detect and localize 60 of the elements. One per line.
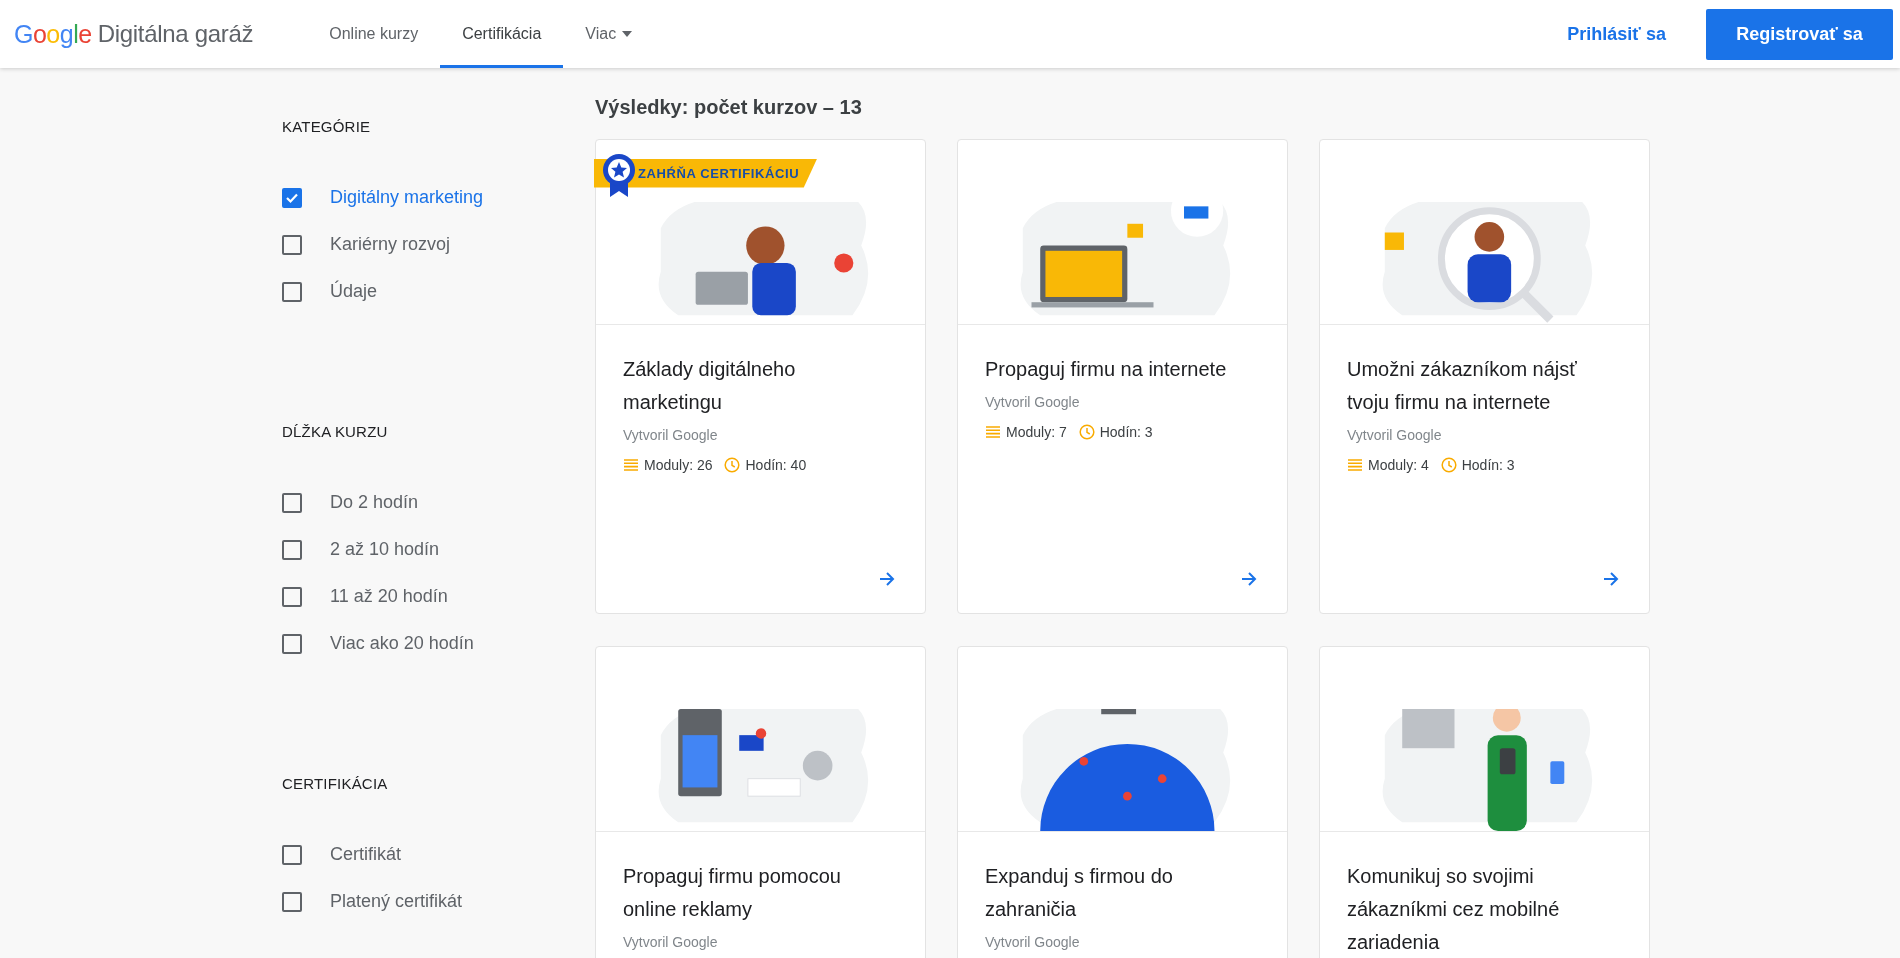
module-count: Moduly: 7	[1006, 424, 1067, 440]
checkbox-label[interactable]: Digitálny marketing	[330, 187, 484, 208]
filter-heading: CERTIFIKÁCIA	[282, 775, 389, 792]
hours-count: Hodín: 3	[1099, 424, 1153, 440]
logo-wordmark[interactable]: Google	[14, 19, 92, 49]
hours-count: Hodín: 40	[745, 457, 807, 473]
course-title[interactable]: Komunikuj so svojimi zákazníkmi cez mobilné zariadenia	[1347, 860, 1622, 958]
checkbox-label[interactable]: Platený certifikát	[330, 891, 463, 912]
course-card[interactable]: Expanduj s firmou do zahraničia Vytvoril Google	[957, 646, 1288, 958]
checkbox-label[interactable]: Certifikát	[330, 844, 401, 865]
module-count: Moduly: 26	[644, 457, 713, 473]
course-card[interactable]: Propaguj firmu na internete Vytvoril Google Moduly: 7 Hodín: 3	[957, 139, 1288, 614]
checkbox-label[interactable]: Kariérny rozvoj	[330, 234, 451, 255]
checkbox[interactable]	[282, 187, 302, 208]
nav-tab[interactable]: Certifikácia	[440, 0, 564, 68]
course-title[interactable]: Základy digitálneho marketingu	[623, 353, 898, 419]
medal-icon	[602, 153, 636, 197]
checkbox-label[interactable]: 2 až 10 hodín	[330, 539, 440, 560]
logo-text[interactable]: Digitálna garáž	[97, 20, 254, 48]
course-author: Vytvoril Google	[985, 934, 1081, 950]
nav-tab[interactable]: Online kurzy	[307, 0, 441, 68]
register-button[interactable]: Registrovať sa	[1706, 8, 1893, 60]
results-heading: Výsledky: počet kurzov – 13	[595, 96, 863, 119]
checkbox[interactable]	[282, 586, 302, 607]
course-author: Vytvoril Google	[1347, 427, 1443, 443]
course-title[interactable]: Propaguj firmu na internete	[985, 353, 1260, 386]
caret-icon	[622, 31, 633, 37]
course-author: Vytvoril Google	[985, 394, 1081, 410]
checkbox-label[interactable]: Do 2 hodín	[330, 492, 419, 513]
list-icon	[985, 424, 1001, 440]
course-card[interactable]: Propaguj firmu pomocou online reklamy Vytvoril Google	[595, 646, 926, 958]
checkbox[interactable]	[282, 633, 302, 654]
checkbox-label[interactable]: Viac ako 20 hodín	[330, 633, 474, 654]
course-author: Vytvoril Google	[623, 427, 719, 443]
hours-count: Hodín: 3	[1461, 457, 1515, 473]
checkbox[interactable]	[282, 891, 302, 912]
checkbox-label[interactable]: Údaje	[330, 281, 378, 302]
checkbox[interactable]	[282, 281, 302, 302]
course-title[interactable]: Umožni zákazníkom nájsť tvoju firmu na internete	[1347, 353, 1622, 419]
course-title[interactable]: Expanduj s firmou do zahraničia	[985, 860, 1260, 926]
filter-heading: DĹŽKA KURZU	[282, 423, 389, 440]
course-title[interactable]: Propaguj firmu pomocou online reklamy	[623, 860, 898, 926]
clock-icon	[1078, 424, 1095, 440]
list-icon	[1347, 457, 1363, 473]
checkbox[interactable]	[282, 844, 302, 865]
checkbox[interactable]	[282, 234, 302, 255]
sign-in-link[interactable]: Prihlásiť sa	[1567, 23, 1666, 45]
filter-heading: KATEGÓRIE	[282, 118, 372, 135]
course-card[interactable]: Komunikuj so svojimi zákazníkmi cez mobilné zariadenia	[1319, 646, 1650, 958]
module-count: Moduly: 4	[1368, 457, 1429, 473]
course-card[interactable]: Umožni zákazníkom nájsť tvoju firmu na internete Vytvoril Google Moduly: 4 Hodín: 3	[1319, 139, 1650, 614]
nav-tab[interactable]: Viac	[563, 0, 655, 68]
clock-icon	[724, 457, 741, 473]
checkbox[interactable]	[282, 492, 302, 513]
course-author: Vytvoril Google	[623, 934, 719, 950]
clock-icon	[1440, 457, 1457, 473]
list-icon	[623, 457, 639, 473]
checkbox[interactable]	[282, 539, 302, 560]
course-card[interactable]: ZAHŔŇA CERTIFIKÁCIU Základy digitálneho marketingu Vytvoril Google Moduly: 26 Hodín: 40	[595, 139, 926, 614]
checkbox-label[interactable]: 11 až 20 hodín	[330, 586, 448, 607]
